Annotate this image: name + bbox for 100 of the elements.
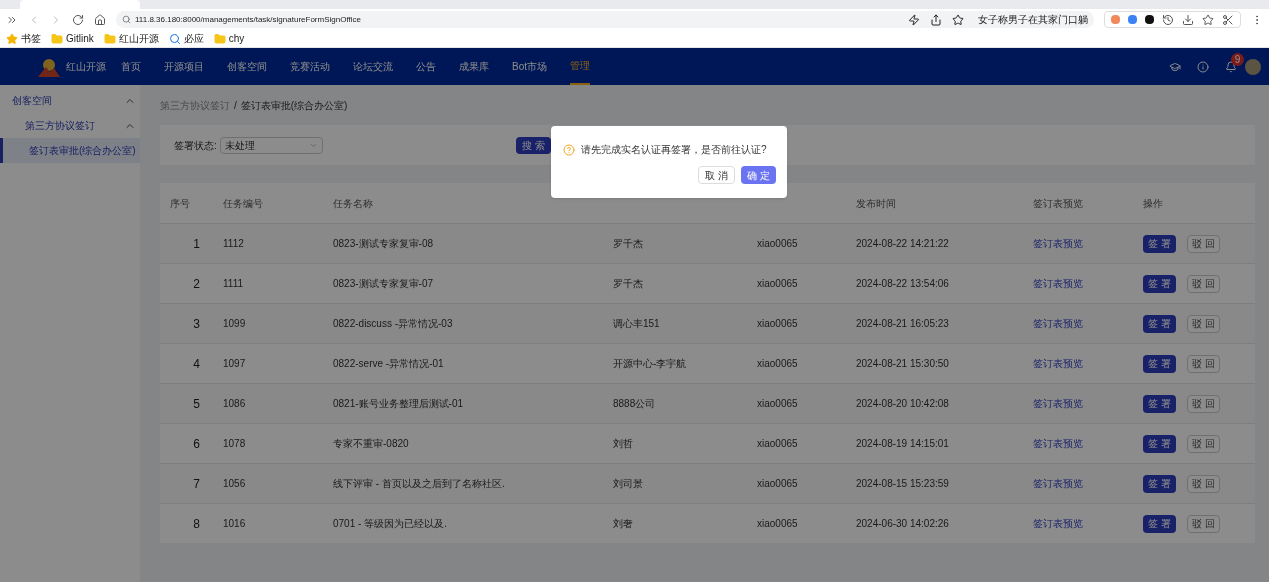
folder-icon (51, 32, 63, 45)
table-cell: 开源中心-李宇航 (613, 358, 687, 369)
table-cell: 1099 (223, 318, 246, 329)
logo-icon (38, 56, 60, 77)
reject-button[interactable]: 驳 回 (1186, 354, 1220, 373)
notification-icon[interactable] (1225, 60, 1237, 73)
status-select[interactable]: 未处理 (219, 136, 323, 154)
sign-button[interactable]: 签 署 (1143, 434, 1176, 453)
url-text: 111.8.36.180:8000/managements/task/signatureFormSignOffice (135, 13, 361, 26)
table-cell: 4 (193, 356, 200, 371)
table-cell: 3 (193, 316, 200, 331)
bookmark-link[interactable]: 书签 (21, 31, 41, 46)
preview-link[interactable]: 签订表预览 (1033, 398, 1083, 409)
table-cell: 2024-08-20 10:42:08 (856, 398, 949, 409)
share-icon[interactable] (930, 13, 942, 26)
scissors-icon[interactable] (1222, 13, 1234, 26)
bookmark-star-icon[interactable] (952, 13, 964, 26)
dialog-message: 请先完成实名认证再签署，是否前往认证? (581, 143, 767, 157)
table-cell: 2024-08-21 16:05:23 (856, 318, 949, 329)
confirm-button[interactable]: 确 定 (741, 166, 776, 184)
table-cell: 1 (193, 236, 200, 251)
star-icon[interactable] (1202, 13, 1214, 26)
preview-link[interactable]: 签订表预览 (1033, 278, 1083, 289)
star-icon (6, 32, 18, 45)
table-cell: 1078 (223, 438, 246, 449)
filter-label: 签署状态: (174, 138, 217, 153)
column-header: 任务编号 (223, 197, 263, 209)
table-cell: 2 (193, 276, 200, 291)
table-cell: 8888公司 (613, 398, 656, 409)
nav-tab[interactable]: 管理 (570, 48, 590, 85)
sign-button[interactable]: 签 署 (1143, 274, 1176, 293)
table-cell: xiao0065 (757, 398, 798, 409)
preview-link[interactable]: 签订表预览 (1033, 318, 1083, 329)
preview-link[interactable]: 签订表预览 (1033, 358, 1083, 369)
reject-button[interactable]: 驳 回 (1186, 234, 1220, 253)
preview-link[interactable]: 签订表预览 (1033, 238, 1083, 249)
table-cell: 2024-08-21 15:30:50 (856, 358, 949, 369)
nav-tab[interactable]: 首页 (121, 49, 141, 84)
graduation-cap-icon[interactable] (1169, 60, 1181, 73)
search-icon (122, 15, 131, 24)
preview-link[interactable]: 签订表预览 (1033, 438, 1083, 449)
table-cell: 刘司景 (613, 478, 643, 489)
nav-tab[interactable]: 论坛交流 (353, 49, 393, 84)
sign-button[interactable]: 签 署 (1143, 234, 1176, 253)
reject-button[interactable]: 驳 回 (1186, 314, 1220, 333)
sidebar-item[interactable]: 第三方协议签订 (0, 113, 140, 138)
bookmark-link[interactable]: Gitlink (66, 31, 94, 46)
sign-button[interactable]: 签 署 (1143, 514, 1176, 533)
table-cell: 2024-06-30 14:02:26 (856, 518, 949, 529)
logo-text: 红山开源 (66, 60, 106, 74)
table-cell: xiao0065 (757, 278, 798, 289)
nav-tab[interactable]: 成果库 (459, 49, 489, 84)
table-cell: 罗千杰 (613, 278, 643, 289)
table-cell: 1097 (223, 358, 246, 369)
breadcrumb-separator: / (234, 99, 237, 113)
column-header: 签订表预览 (1033, 197, 1083, 209)
download-icon[interactable] (1182, 13, 1194, 26)
reject-button[interactable]: 驳 回 (1186, 434, 1220, 453)
bookmark-link[interactable]: 红山开源 (118, 31, 159, 46)
search-button[interactable]: 搜 索 (515, 136, 551, 154)
search-suggestion[interactable]: 女子称男子在其家门口躺 (978, 12, 1088, 27)
nav-tab[interactable]: Bot市场 (512, 49, 547, 84)
table-cell: 刘奢 (613, 518, 633, 529)
column-header: 任务名称 (333, 197, 373, 209)
lightning-icon[interactable] (908, 13, 920, 26)
table-cell: xiao0065 (757, 518, 798, 529)
home-icon[interactable] (94, 13, 106, 26)
table-cell: 6 (193, 436, 200, 451)
sign-button[interactable]: 签 署 (1143, 474, 1176, 493)
sidebar-item[interactable]: 创客空间 (0, 88, 140, 113)
reload-icon[interactable] (72, 13, 84, 26)
reject-button[interactable]: 驳 回 (1186, 394, 1220, 413)
reject-button[interactable]: 驳 回 (1186, 274, 1220, 293)
preview-link[interactable]: 签订表预览 (1033, 478, 1083, 489)
table-cell: xiao0065 (757, 438, 798, 449)
nav-tab[interactable]: 开源项目 (164, 49, 204, 84)
nav-tab[interactable]: 竞赛活动 (290, 49, 330, 84)
nav-tab[interactable]: 创客空间 (227, 49, 267, 84)
breadcrumb-current: 签订表审批(综合办公室) (240, 99, 348, 113)
table-cell: 1111 (223, 278, 244, 289)
history-icon[interactable] (1162, 13, 1174, 26)
reject-button[interactable]: 驳 回 (1186, 514, 1220, 533)
table-cell: 0823-测试专家复审-08 (333, 238, 434, 249)
sidebar-item[interactable]: 签订表审批(综合办公室) (0, 138, 140, 163)
table-cell: 2024-08-22 13:54:06 (856, 278, 949, 289)
table-cell: 1086 (223, 398, 246, 409)
sign-button[interactable]: 签 署 (1143, 314, 1176, 333)
address-bar[interactable]: 111.8.36.180:8000/managements/task/signatureFormSignOffice 女子称男子在其家门口躺 (116, 11, 1094, 28)
sign-button[interactable]: 签 署 (1143, 394, 1176, 413)
nav-tab[interactable]: 公告 (416, 49, 436, 84)
bookmark-link[interactable]: 必应 (183, 31, 204, 46)
table-cell: 0822-serve -异常情况-01 (333, 358, 444, 369)
table-cell: 8 (193, 516, 200, 531)
bookmark-link[interactable]: chy (228, 31, 245, 46)
table-cell: 0822-discuss -异常情况-03 (333, 318, 453, 329)
info-icon[interactable] (1197, 60, 1209, 73)
cancel-button[interactable]: 取 消 (698, 166, 736, 184)
reject-button[interactable]: 驳 回 (1186, 474, 1220, 493)
sign-button[interactable]: 签 署 (1143, 354, 1176, 373)
preview-link[interactable]: 签订表预览 (1033, 518, 1083, 529)
